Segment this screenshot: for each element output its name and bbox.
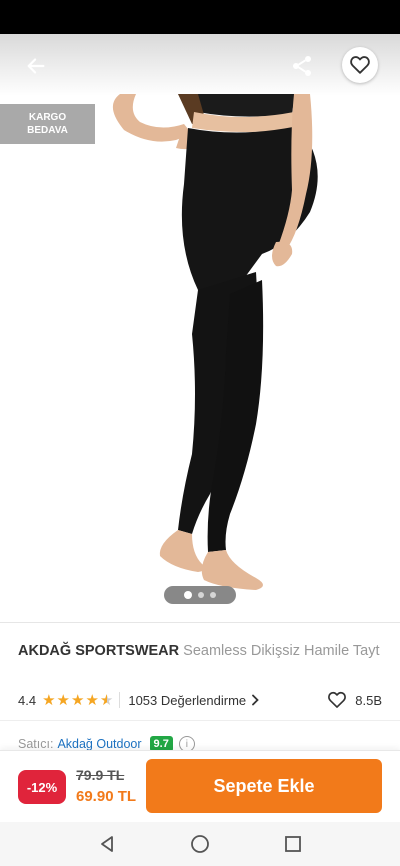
discount-badge: -12%: [18, 770, 66, 804]
free-shipping-badge: KARGO BEDAVA: [0, 104, 95, 144]
chevron-right-icon: [252, 694, 259, 706]
rating-stars: ★ ★ ★ ★ ★: [42, 693, 113, 708]
rating-row: 4.4 ★ ★ ★ ★ ★ 1053 Değerlendirme 8.5B: [18, 690, 382, 710]
heart-outline-icon: [350, 56, 370, 74]
divider: [0, 720, 400, 721]
triangle-back-icon: [100, 836, 113, 852]
star-icon: ★: [56, 691, 70, 709]
product-name: Seamless Dikişsiz Hamile Tayt: [183, 643, 380, 659]
free-shipping-line1: KARGO: [28, 112, 67, 123]
reviews-count: 1053 Değerlendirme: [128, 692, 247, 708]
pager-dot-active: [184, 591, 192, 599]
separator: [119, 692, 121, 708]
nav-back-button[interactable]: [87, 824, 127, 864]
current-price: 69.90 TL: [76, 788, 137, 805]
pager-dot: [198, 592, 204, 598]
square-recents-icon: [285, 836, 302, 852]
product-brand[interactable]: AKDAĞ SPORTSWEAR: [18, 643, 179, 659]
favorites-counter[interactable]: 8.5B: [327, 690, 382, 710]
system-navigation-bar: [0, 822, 400, 866]
nav-recents-button[interactable]: [273, 824, 313, 864]
gallery-top-shade: [0, 34, 400, 96]
favorites-count: 8.5B: [355, 692, 382, 708]
pager-dot: [210, 592, 216, 598]
star-icon: ★: [70, 691, 85, 709]
status-bar: [0, 0, 400, 34]
share-button[interactable]: [286, 50, 318, 82]
purchase-bar: -12% 79.9 TL 69.90 TL Sepete Ekle: [0, 750, 400, 822]
rating-value: 4.4: [18, 692, 37, 708]
seller-label: Satıcı:: [18, 737, 54, 751]
circle-home-icon: [191, 835, 209, 853]
arrow-left-icon: [27, 58, 45, 74]
divider: [0, 622, 400, 623]
seller-link[interactable]: Akdağ Outdoor: [57, 737, 141, 751]
favorite-button[interactable]: [342, 47, 378, 83]
free-shipping-line2: BEDAVA: [27, 125, 68, 136]
old-price: 79.9 TL: [76, 767, 125, 783]
add-to-cart-button[interactable]: Sepete Ekle: [146, 759, 382, 813]
heart-outline-icon: [328, 691, 347, 708]
nav-home-button[interactable]: [180, 824, 220, 864]
reviews-link[interactable]: 1053 Değerlendirme: [128, 693, 260, 708]
back-button[interactable]: [20, 50, 52, 82]
share-icon: [293, 56, 311, 76]
product-image-gallery[interactable]: KARGO BEDAVA: [0, 34, 400, 622]
star-icon: ★: [42, 691, 56, 709]
product-title: AKDAĞ SPORTSWEAR Seamless Dikişsiz Hamil…: [18, 642, 382, 661]
product-image: [112, 94, 318, 590]
star-icon: ★: [85, 691, 99, 709]
half-star-icon: ★: [99, 691, 114, 709]
gallery-pager[interactable]: [164, 586, 236, 604]
